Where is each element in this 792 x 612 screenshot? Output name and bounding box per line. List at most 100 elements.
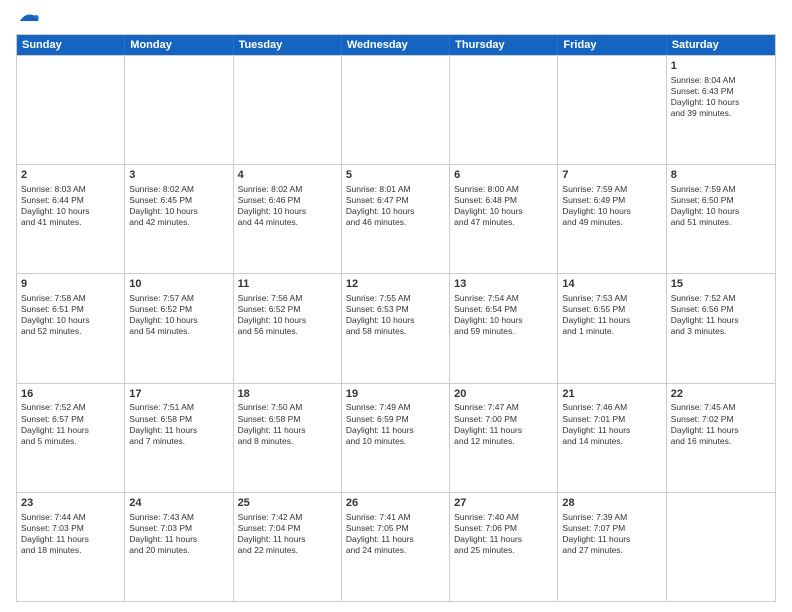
calendar-cell-4-1: 24Sunrise: 7:43 AM Sunset: 7:03 PM Dayli…	[125, 493, 233, 601]
calendar-cell-0-4	[450, 56, 558, 164]
cell-text-1-0: Sunrise: 8:03 AM Sunset: 6:44 PM Dayligh…	[21, 184, 120, 228]
calendar-row-3: 16Sunrise: 7:52 AM Sunset: 6:57 PM Dayli…	[17, 383, 775, 492]
day-number-13: 13	[454, 277, 553, 292]
cell-text-3-1: Sunrise: 7:51 AM Sunset: 6:58 PM Dayligh…	[129, 402, 228, 446]
cell-text-2-2: Sunrise: 7:56 AM Sunset: 6:52 PM Dayligh…	[238, 293, 337, 337]
cell-text-1-1: Sunrise: 8:02 AM Sunset: 6:45 PM Dayligh…	[129, 184, 228, 228]
cell-text-4-0: Sunrise: 7:44 AM Sunset: 7:03 PM Dayligh…	[21, 512, 120, 556]
calendar-cell-1-5: 7Sunrise: 7:59 AM Sunset: 6:49 PM Daylig…	[558, 165, 666, 273]
calendar-cell-4-3: 26Sunrise: 7:41 AM Sunset: 7:05 PM Dayli…	[342, 493, 450, 601]
header-saturday: Saturday	[667, 35, 775, 55]
day-number-20: 20	[454, 387, 553, 402]
cell-text-4-4: Sunrise: 7:40 AM Sunset: 7:06 PM Dayligh…	[454, 512, 553, 556]
calendar-cell-2-0: 9Sunrise: 7:58 AM Sunset: 6:51 PM Daylig…	[17, 274, 125, 382]
cell-text-4-3: Sunrise: 7:41 AM Sunset: 7:05 PM Dayligh…	[346, 512, 445, 556]
calendar-cell-3-0: 16Sunrise: 7:52 AM Sunset: 6:57 PM Dayli…	[17, 384, 125, 492]
day-number-5: 5	[346, 168, 445, 183]
day-number-19: 19	[346, 387, 445, 402]
cell-text-2-3: Sunrise: 7:55 AM Sunset: 6:53 PM Dayligh…	[346, 293, 445, 337]
cell-text-4-5: Sunrise: 7:39 AM Sunset: 7:07 PM Dayligh…	[562, 512, 661, 556]
calendar-cell-3-5: 21Sunrise: 7:46 AM Sunset: 7:01 PM Dayli…	[558, 384, 666, 492]
cell-text-1-5: Sunrise: 7:59 AM Sunset: 6:49 PM Dayligh…	[562, 184, 661, 228]
logo-icon	[18, 10, 40, 32]
calendar-cell-3-3: 19Sunrise: 7:49 AM Sunset: 6:59 PM Dayli…	[342, 384, 450, 492]
day-number-21: 21	[562, 387, 661, 402]
calendar-header: Sunday Monday Tuesday Wednesday Thursday…	[17, 35, 775, 55]
day-number-24: 24	[129, 496, 228, 511]
calendar-row-1: 2Sunrise: 8:03 AM Sunset: 6:44 PM Daylig…	[17, 164, 775, 273]
day-number-1: 1	[671, 59, 771, 74]
day-number-9: 9	[21, 277, 120, 292]
header-sunday: Sunday	[17, 35, 125, 55]
cell-text-2-1: Sunrise: 7:57 AM Sunset: 6:52 PM Dayligh…	[129, 293, 228, 337]
cell-text-2-0: Sunrise: 7:58 AM Sunset: 6:51 PM Dayligh…	[21, 293, 120, 337]
calendar-cell-0-6: 1Sunrise: 8:04 AM Sunset: 6:43 PM Daylig…	[667, 56, 775, 164]
day-number-14: 14	[562, 277, 661, 292]
cell-text-2-5: Sunrise: 7:53 AM Sunset: 6:55 PM Dayligh…	[562, 293, 661, 337]
cell-text-2-4: Sunrise: 7:54 AM Sunset: 6:54 PM Dayligh…	[454, 293, 553, 337]
day-number-2: 2	[21, 168, 120, 183]
calendar-cell-1-3: 5Sunrise: 8:01 AM Sunset: 6:47 PM Daylig…	[342, 165, 450, 273]
day-number-15: 15	[671, 277, 771, 292]
calendar-cell-4-6	[667, 493, 775, 601]
header	[16, 10, 776, 28]
day-number-11: 11	[238, 277, 337, 292]
day-number-22: 22	[671, 387, 771, 402]
calendar-cell-2-1: 10Sunrise: 7:57 AM Sunset: 6:52 PM Dayli…	[125, 274, 233, 382]
calendar-cell-1-0: 2Sunrise: 8:03 AM Sunset: 6:44 PM Daylig…	[17, 165, 125, 273]
header-tuesday: Tuesday	[234, 35, 342, 55]
cell-text-4-1: Sunrise: 7:43 AM Sunset: 7:03 PM Dayligh…	[129, 512, 228, 556]
calendar-cell-1-1: 3Sunrise: 8:02 AM Sunset: 6:45 PM Daylig…	[125, 165, 233, 273]
cell-text-1-3: Sunrise: 8:01 AM Sunset: 6:47 PM Dayligh…	[346, 184, 445, 228]
header-monday: Monday	[125, 35, 233, 55]
calendar-cell-0-5	[558, 56, 666, 164]
cell-text-1-2: Sunrise: 8:02 AM Sunset: 6:46 PM Dayligh…	[238, 184, 337, 228]
day-number-10: 10	[129, 277, 228, 292]
calendar-cell-4-4: 27Sunrise: 7:40 AM Sunset: 7:06 PM Dayli…	[450, 493, 558, 601]
calendar-cell-4-0: 23Sunrise: 7:44 AM Sunset: 7:03 PM Dayli…	[17, 493, 125, 601]
cell-text-3-3: Sunrise: 7:49 AM Sunset: 6:59 PM Dayligh…	[346, 402, 445, 446]
day-number-12: 12	[346, 277, 445, 292]
calendar-cell-3-4: 20Sunrise: 7:47 AM Sunset: 7:00 PM Dayli…	[450, 384, 558, 492]
calendar-cell-0-2	[234, 56, 342, 164]
cell-text-0-6: Sunrise: 8:04 AM Sunset: 6:43 PM Dayligh…	[671, 75, 771, 119]
calendar-cell-3-1: 17Sunrise: 7:51 AM Sunset: 6:58 PM Dayli…	[125, 384, 233, 492]
cell-text-4-2: Sunrise: 7:42 AM Sunset: 7:04 PM Dayligh…	[238, 512, 337, 556]
day-number-4: 4	[238, 168, 337, 183]
day-number-7: 7	[562, 168, 661, 183]
calendar-cell-1-6: 8Sunrise: 7:59 AM Sunset: 6:50 PM Daylig…	[667, 165, 775, 273]
cell-text-3-0: Sunrise: 7:52 AM Sunset: 6:57 PM Dayligh…	[21, 402, 120, 446]
calendar-cell-0-3	[342, 56, 450, 164]
cell-text-2-6: Sunrise: 7:52 AM Sunset: 6:56 PM Dayligh…	[671, 293, 771, 337]
day-number-3: 3	[129, 168, 228, 183]
day-number-18: 18	[238, 387, 337, 402]
day-number-28: 28	[562, 496, 661, 511]
calendar-cell-2-3: 12Sunrise: 7:55 AM Sunset: 6:53 PM Dayli…	[342, 274, 450, 382]
header-friday: Friday	[558, 35, 666, 55]
cell-text-3-2: Sunrise: 7:50 AM Sunset: 6:58 PM Dayligh…	[238, 402, 337, 446]
day-number-8: 8	[671, 168, 771, 183]
calendar-cell-2-6: 15Sunrise: 7:52 AM Sunset: 6:56 PM Dayli…	[667, 274, 775, 382]
header-thursday: Thursday	[450, 35, 558, 55]
calendar-row-2: 9Sunrise: 7:58 AM Sunset: 6:51 PM Daylig…	[17, 273, 775, 382]
page: Sunday Monday Tuesday Wednesday Thursday…	[0, 0, 792, 612]
logo	[16, 10, 40, 28]
cell-text-1-6: Sunrise: 7:59 AM Sunset: 6:50 PM Dayligh…	[671, 184, 771, 228]
cell-text-3-6: Sunrise: 7:45 AM Sunset: 7:02 PM Dayligh…	[671, 402, 771, 446]
cell-text-3-4: Sunrise: 7:47 AM Sunset: 7:00 PM Dayligh…	[454, 402, 553, 446]
calendar: Sunday Monday Tuesday Wednesday Thursday…	[16, 34, 776, 602]
day-number-6: 6	[454, 168, 553, 183]
calendar-cell-1-2: 4Sunrise: 8:02 AM Sunset: 6:46 PM Daylig…	[234, 165, 342, 273]
day-number-27: 27	[454, 496, 553, 511]
day-number-16: 16	[21, 387, 120, 402]
calendar-cell-2-4: 13Sunrise: 7:54 AM Sunset: 6:54 PM Dayli…	[450, 274, 558, 382]
calendar-cell-4-2: 25Sunrise: 7:42 AM Sunset: 7:04 PM Dayli…	[234, 493, 342, 601]
day-number-23: 23	[21, 496, 120, 511]
calendar-row-0: 1Sunrise: 8:04 AM Sunset: 6:43 PM Daylig…	[17, 55, 775, 164]
day-number-17: 17	[129, 387, 228, 402]
calendar-cell-0-0	[17, 56, 125, 164]
header-wednesday: Wednesday	[342, 35, 450, 55]
calendar-cell-2-2: 11Sunrise: 7:56 AM Sunset: 6:52 PM Dayli…	[234, 274, 342, 382]
calendar-cell-3-2: 18Sunrise: 7:50 AM Sunset: 6:58 PM Dayli…	[234, 384, 342, 492]
calendar-row-4: 23Sunrise: 7:44 AM Sunset: 7:03 PM Dayli…	[17, 492, 775, 601]
